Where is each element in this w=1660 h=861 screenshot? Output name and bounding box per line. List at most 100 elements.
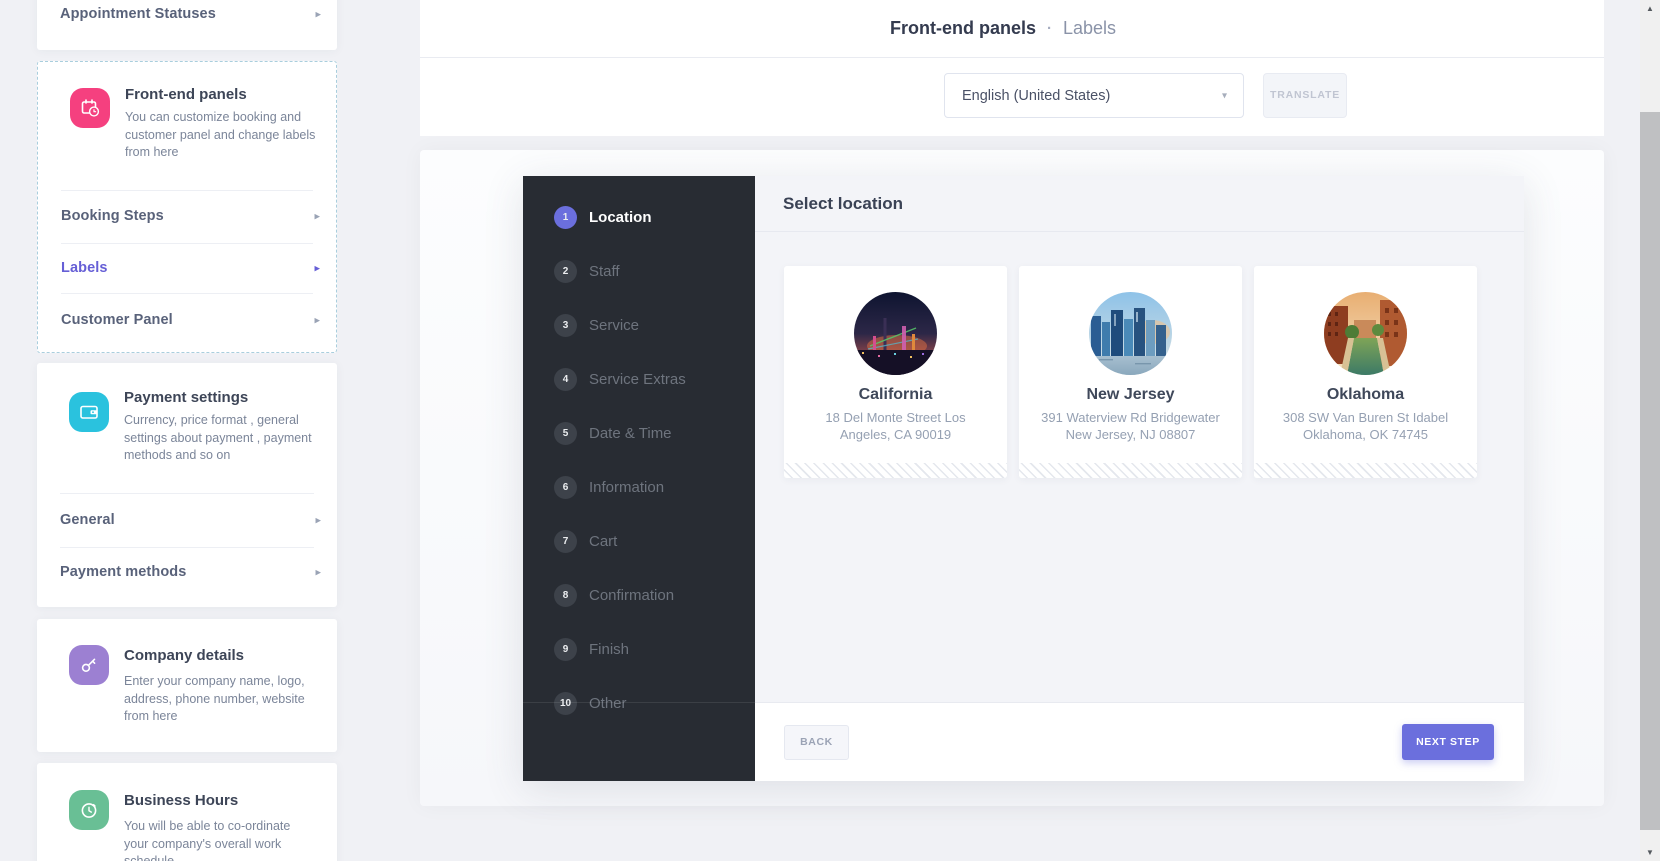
step-label: Service [589,317,639,334]
sidebar-item-label: Booking Steps [61,208,164,224]
step-number-badge: 2 [554,260,577,283]
step-item-other[interactable]: 10 Other [554,692,627,715]
step-item-date-time[interactable]: 5 Date & Time [554,422,672,445]
divider [60,493,314,494]
main-header: Front-end panels · Labels English (Unite… [420,0,1604,136]
location-card-oklahoma[interactable]: Oklahoma 308 SW Van Buren St Idabel Okla… [1254,266,1477,478]
wallet-icon [69,392,109,432]
language-select-value: English (United States) [962,88,1110,104]
sidebar-item-booking-steps[interactable]: Booking Steps ▸ [38,202,336,230]
location-photo-california [854,292,937,375]
card-description: You will be able to co-ordinate your com… [124,818,316,861]
step-number-badge: 1 [554,206,577,229]
step-item-service-extras[interactable]: 4 Service Extras [554,368,686,391]
step-number-badge: 10 [554,692,577,715]
card-title: Business Hours [124,792,238,809]
sidebar-item-label: Customer Panel [61,312,173,328]
chevron-right-icon: ▸ [315,514,321,527]
step-number-badge: 5 [554,422,577,445]
location-address: 391 Waterview Rd Bridgewater New Jersey,… [1038,409,1223,443]
settings-card-appointment-statuses: Appointment Statuses ▸ [37,0,337,50]
section-content: California 18 Del Monte Street Los Angel… [755,232,1524,702]
breadcrumb-separator-icon: · [1047,20,1052,37]
card-hatch-decoration [1254,463,1477,478]
chevron-right-icon: ▸ [315,8,321,21]
section-header: Select location [755,176,1524,232]
step-label: Date & Time [589,425,672,442]
card-description: You can customize booking and customer p… [125,109,317,162]
sidebar-item-label: Labels [61,260,108,276]
step-item-staff[interactable]: 2 Staff [554,260,620,283]
sidebar-item-general[interactable]: General ▸ [37,506,337,534]
step-label: Information [589,479,664,496]
step-number-badge: 6 [554,476,577,499]
step-number-badge: 3 [554,314,577,337]
settings-card-frontend-panels[interactable]: Front-end panels You can customize booki… [37,61,337,353]
step-item-service[interactable]: 3 Service [554,314,639,337]
divider [61,243,313,244]
step-label: Staff [589,263,620,280]
scrollbar-thumb[interactable] [1640,112,1660,830]
panel-footer: BACK NEXT STEP [755,702,1524,781]
translate-button[interactable]: TRANSLATE [1263,73,1347,118]
language-select[interactable]: English (United States) ▾ [944,73,1244,118]
location-card-new-jersey[interactable]: New Jersey 391 Waterview Rd Bridgewater … [1019,266,1242,478]
divider [61,190,313,191]
divider [523,702,755,703]
chevron-right-icon: ▸ [315,566,321,579]
location-photo-new-jersey [1089,292,1172,375]
card-title: Front-end panels [125,86,247,103]
card-hatch-decoration [784,463,1007,478]
location-photo-oklahoma [1324,292,1407,375]
sidebar-item-customer-panel[interactable]: Customer Panel ▸ [38,306,336,334]
scrollbar[interactable]: ▲ ▼ [1640,0,1660,861]
breadcrumb: Front-end panels · Labels [890,0,1116,57]
sidebar-item-appointment-statuses[interactable]: Appointment Statuses ▸ [37,0,337,28]
step-number-badge: 7 [554,530,577,553]
step-label: Finish [589,641,629,658]
chevron-right-icon: ▸ [314,210,320,223]
location-name: Oklahoma [1254,386,1477,404]
location-card-california[interactable]: California 18 Del Monte Street Los Angel… [784,266,1007,478]
step-item-confirmation[interactable]: 8 Confirmation [554,584,674,607]
key-link-icon [69,645,109,685]
section-title: Select location [783,176,903,231]
sidebar-item-payment-methods[interactable]: Payment methods ▸ [37,558,337,586]
settings-card-business-hours[interactable]: Business Hours You will be able to co-or… [37,763,337,861]
sidebar-item-label: Payment methods [60,564,186,580]
breadcrumb-parent[interactable]: Front-end panels [890,18,1036,39]
step-number-badge: 8 [554,584,577,607]
step-label: Service Extras [589,371,686,388]
step-item-information[interactable]: 6 Information [554,476,664,499]
next-step-button[interactable]: NEXT STEP [1402,724,1494,760]
settings-page: Appointment Statuses ▸ Front-end panels … [0,0,1660,861]
scroll-down-icon[interactable]: ▼ [1640,844,1660,861]
step-content-section: Select location [755,176,1524,781]
step-label: Cart [589,533,617,550]
divider [61,293,313,294]
step-item-cart[interactable]: 7 Cart [554,530,617,553]
step-item-location[interactable]: 1 Location [554,206,652,229]
location-address: 18 Del Monte Street Los Angeles, CA 9001… [803,409,988,443]
card-description: Currency, price format , general setting… [124,412,316,465]
card-title: Company details [124,647,244,664]
clock-icon [69,790,109,830]
chevron-right-icon: ▸ [314,262,320,275]
back-button[interactable]: BACK [784,725,849,760]
sidebar-item-label: Appointment Statuses [60,6,216,22]
step-label: Confirmation [589,587,674,604]
sidebar-item-labels[interactable]: Labels ▸ [38,254,336,282]
step-number-badge: 4 [554,368,577,391]
divider [60,547,314,548]
scroll-up-icon[interactable]: ▲ [1640,0,1660,17]
breadcrumb-current: Labels [1063,18,1116,39]
card-title: Payment settings [124,389,248,406]
settings-card-company-details[interactable]: Company details Enter your company name,… [37,619,337,752]
caret-down-icon: ▾ [1222,90,1227,101]
step-item-finish[interactable]: 9 Finish [554,638,629,661]
divider [420,57,1604,58]
chevron-right-icon: ▸ [314,314,320,327]
location-card-list: California 18 Del Monte Street Los Angel… [784,266,1477,478]
booking-steps-panel: 1 Location 2 Staff 3 Service 4 Service E… [523,176,755,781]
settings-card-payment-settings[interactable]: Payment settings Currency, price format … [37,363,337,607]
